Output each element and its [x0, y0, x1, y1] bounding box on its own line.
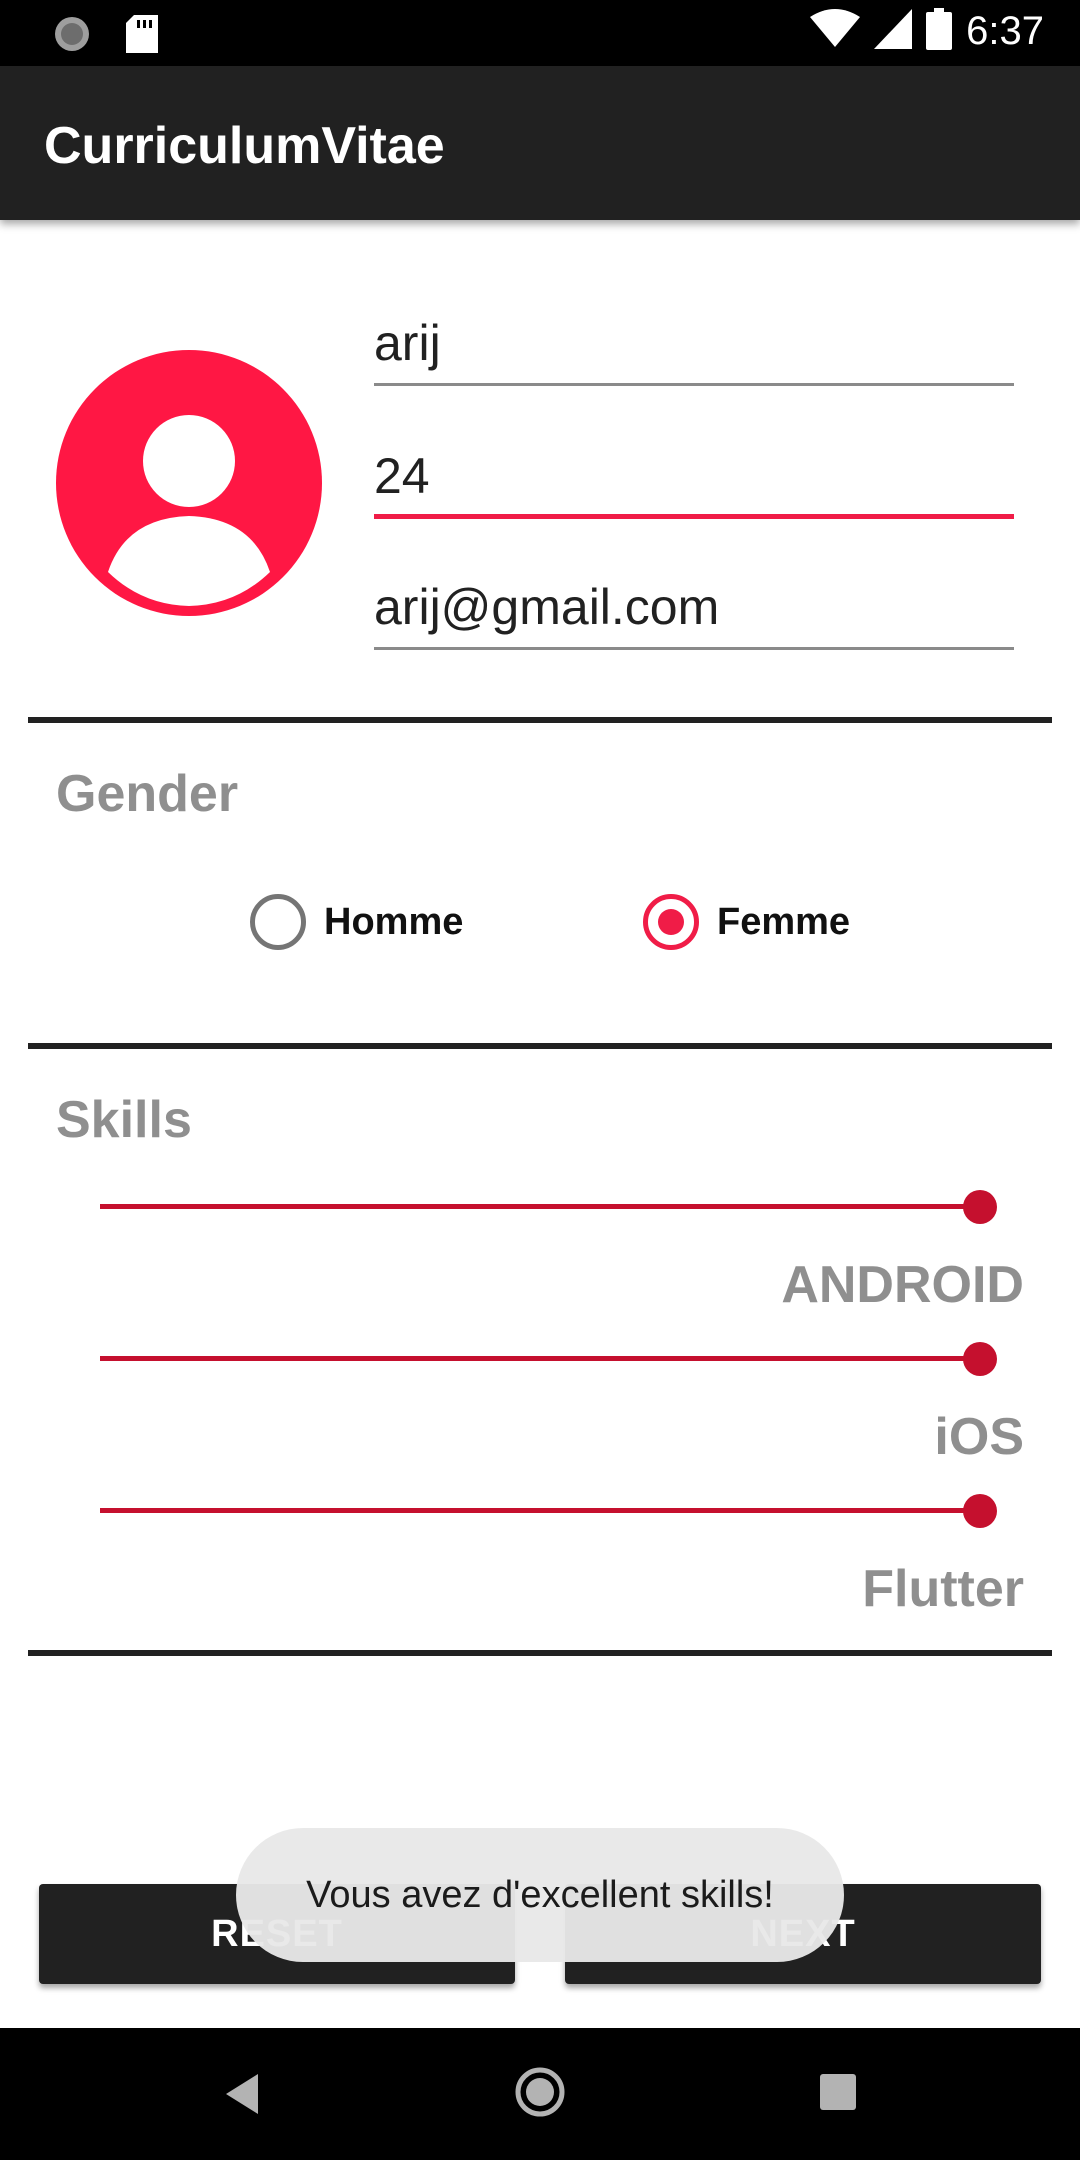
- name-input[interactable]: [374, 314, 1014, 372]
- cell-signal-icon: [874, 9, 913, 54]
- android-label: ANDROID: [781, 1256, 1024, 1314]
- android-slider[interactable]: [100, 1186, 997, 1226]
- divider-middle: [28, 1043, 1052, 1049]
- app-bar: CurriculumVitae: [0, 66, 1080, 220]
- flutter-slider[interactable]: [100, 1490, 997, 1530]
- android-slider-thumb[interactable]: [963, 1190, 997, 1224]
- flutter-slider-track: [100, 1508, 980, 1513]
- android-slider-track: [100, 1204, 980, 1209]
- radio-femme-label: Femme: [717, 900, 851, 943]
- radio-femme-circle[interactable]: [643, 894, 699, 950]
- app-title: CurriculumVitae: [44, 117, 445, 175]
- avatar[interactable]: [56, 350, 322, 616]
- divider-bottom: [28, 1650, 1052, 1656]
- person-icon: [108, 415, 270, 606]
- ios-slider[interactable]: [100, 1338, 997, 1378]
- radio-homme-circle[interactable]: [250, 894, 306, 950]
- navigation-bar: [0, 2028, 1080, 2160]
- skills-title: Skills: [56, 1091, 192, 1149]
- ios-slider-thumb[interactable]: [963, 1342, 997, 1376]
- toast-message: Vous avez d'excellent skills!: [236, 1828, 844, 1962]
- sync-icon: [52, 14, 92, 59]
- age-input[interactable]: [374, 447, 1014, 505]
- status-time: 6:37: [966, 9, 1044, 53]
- recents-icon[interactable]: [820, 2074, 856, 2115]
- flutter-slider-thumb[interactable]: [963, 1494, 997, 1528]
- radio-homme[interactable]: Homme: [250, 894, 463, 950]
- age-underline: [374, 514, 1014, 519]
- name-field[interactable]: [374, 296, 1014, 386]
- battery-icon: [926, 8, 953, 55]
- email-underline: [374, 647, 1014, 650]
- status-bar: 6:37: [0, 0, 1080, 66]
- age-field[interactable]: [374, 429, 1014, 519]
- home-icon[interactable]: [514, 2066, 566, 2123]
- back-icon[interactable]: [222, 2072, 262, 2121]
- email-input[interactable]: [374, 578, 1014, 636]
- sd-card-icon: [126, 15, 158, 58]
- gender-title: Gender: [56, 765, 239, 823]
- radio-homme-label: Homme: [324, 900, 464, 943]
- flutter-label: Flutter: [862, 1560, 1024, 1618]
- name-underline: [374, 383, 1014, 386]
- radio-femme[interactable]: Femme: [643, 894, 850, 950]
- wifi-icon: [810, 9, 861, 54]
- divider-top: [28, 717, 1052, 723]
- ios-slider-track: [100, 1356, 980, 1361]
- email-field[interactable]: [374, 560, 1014, 650]
- ios-label: iOS: [934, 1408, 1024, 1466]
